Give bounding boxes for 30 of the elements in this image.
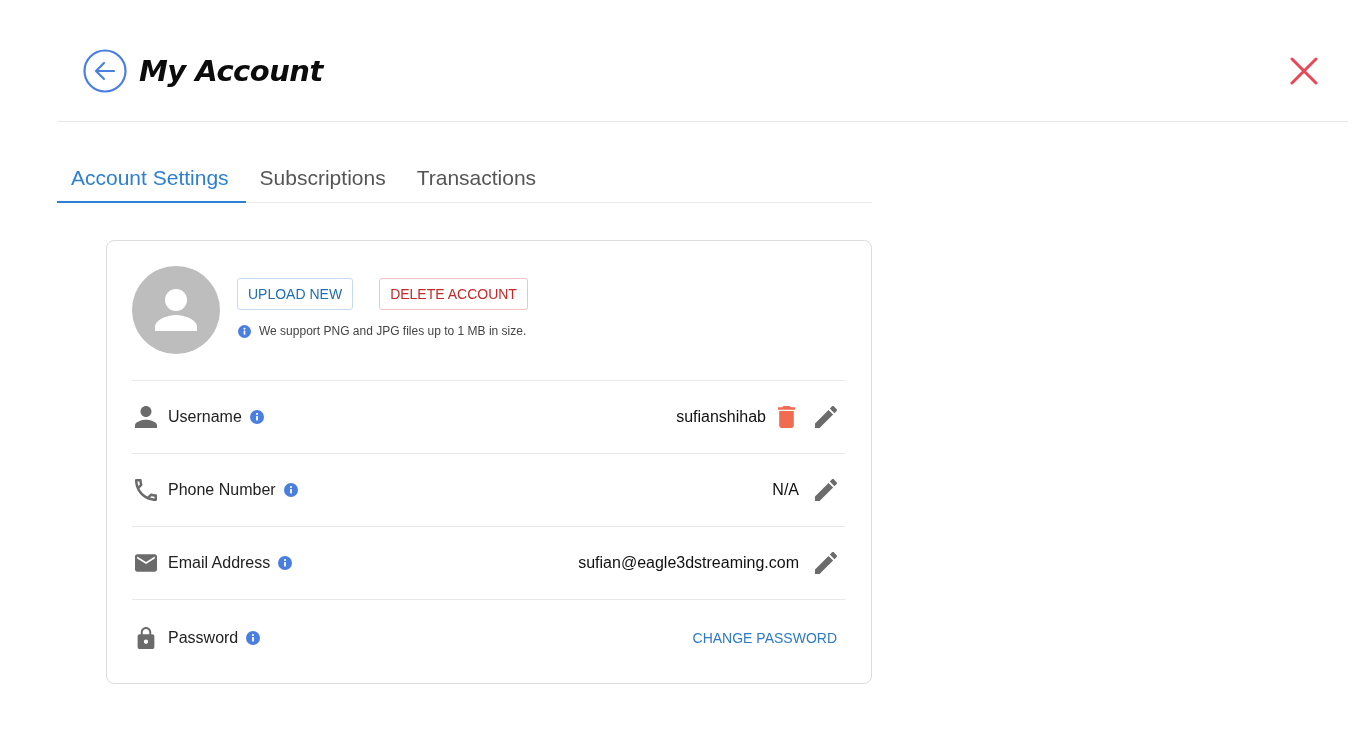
- field-label: Phone Number: [168, 481, 276, 499]
- envelope-icon: [135, 552, 157, 574]
- upload-note: We support PNG and JPG files up to 1 MB in size.: [259, 324, 527, 338]
- trash-icon[interactable]: [778, 406, 795, 428]
- pencil-icon[interactable]: [815, 552, 837, 574]
- page-title: My Account: [139, 54, 323, 88]
- upload-button[interactable]: UPLOAD NEW: [237, 278, 354, 310]
- field-label: Email Address: [168, 554, 271, 572]
- pencil-icon[interactable]: [815, 406, 837, 428]
- field-label: Username: [168, 408, 242, 426]
- info-icon: [283, 483, 298, 497]
- avatar-icon: [132, 266, 220, 354]
- info-icon: [246, 631, 261, 645]
- lock-icon: [135, 627, 157, 649]
- info-icon: [238, 324, 251, 338]
- info-icon: [249, 410, 264, 424]
- phone-icon: [135, 479, 157, 501]
- tab[interactable]: Account Settings: [57, 154, 246, 203]
- tab[interactable]: Subscriptions: [245, 154, 403, 203]
- field-value: N/A: [772, 481, 799, 499]
- info-icon: [278, 556, 293, 570]
- field-value: sufianshihab: [676, 408, 766, 426]
- pencil-icon[interactable]: [815, 479, 837, 501]
- field-value: sufian@eagle3dstreaming.com: [578, 554, 799, 572]
- delete-account-button[interactable]: DELETE ACCOUNT: [379, 278, 528, 310]
- tab[interactable]: Transactions: [402, 154, 554, 203]
- close-icon[interactable]: [1290, 57, 1318, 85]
- field-label: Password: [168, 629, 239, 647]
- person-icon: [135, 406, 157, 428]
- change-password-link[interactable]: CHANGE PASSWORD: [692, 630, 837, 646]
